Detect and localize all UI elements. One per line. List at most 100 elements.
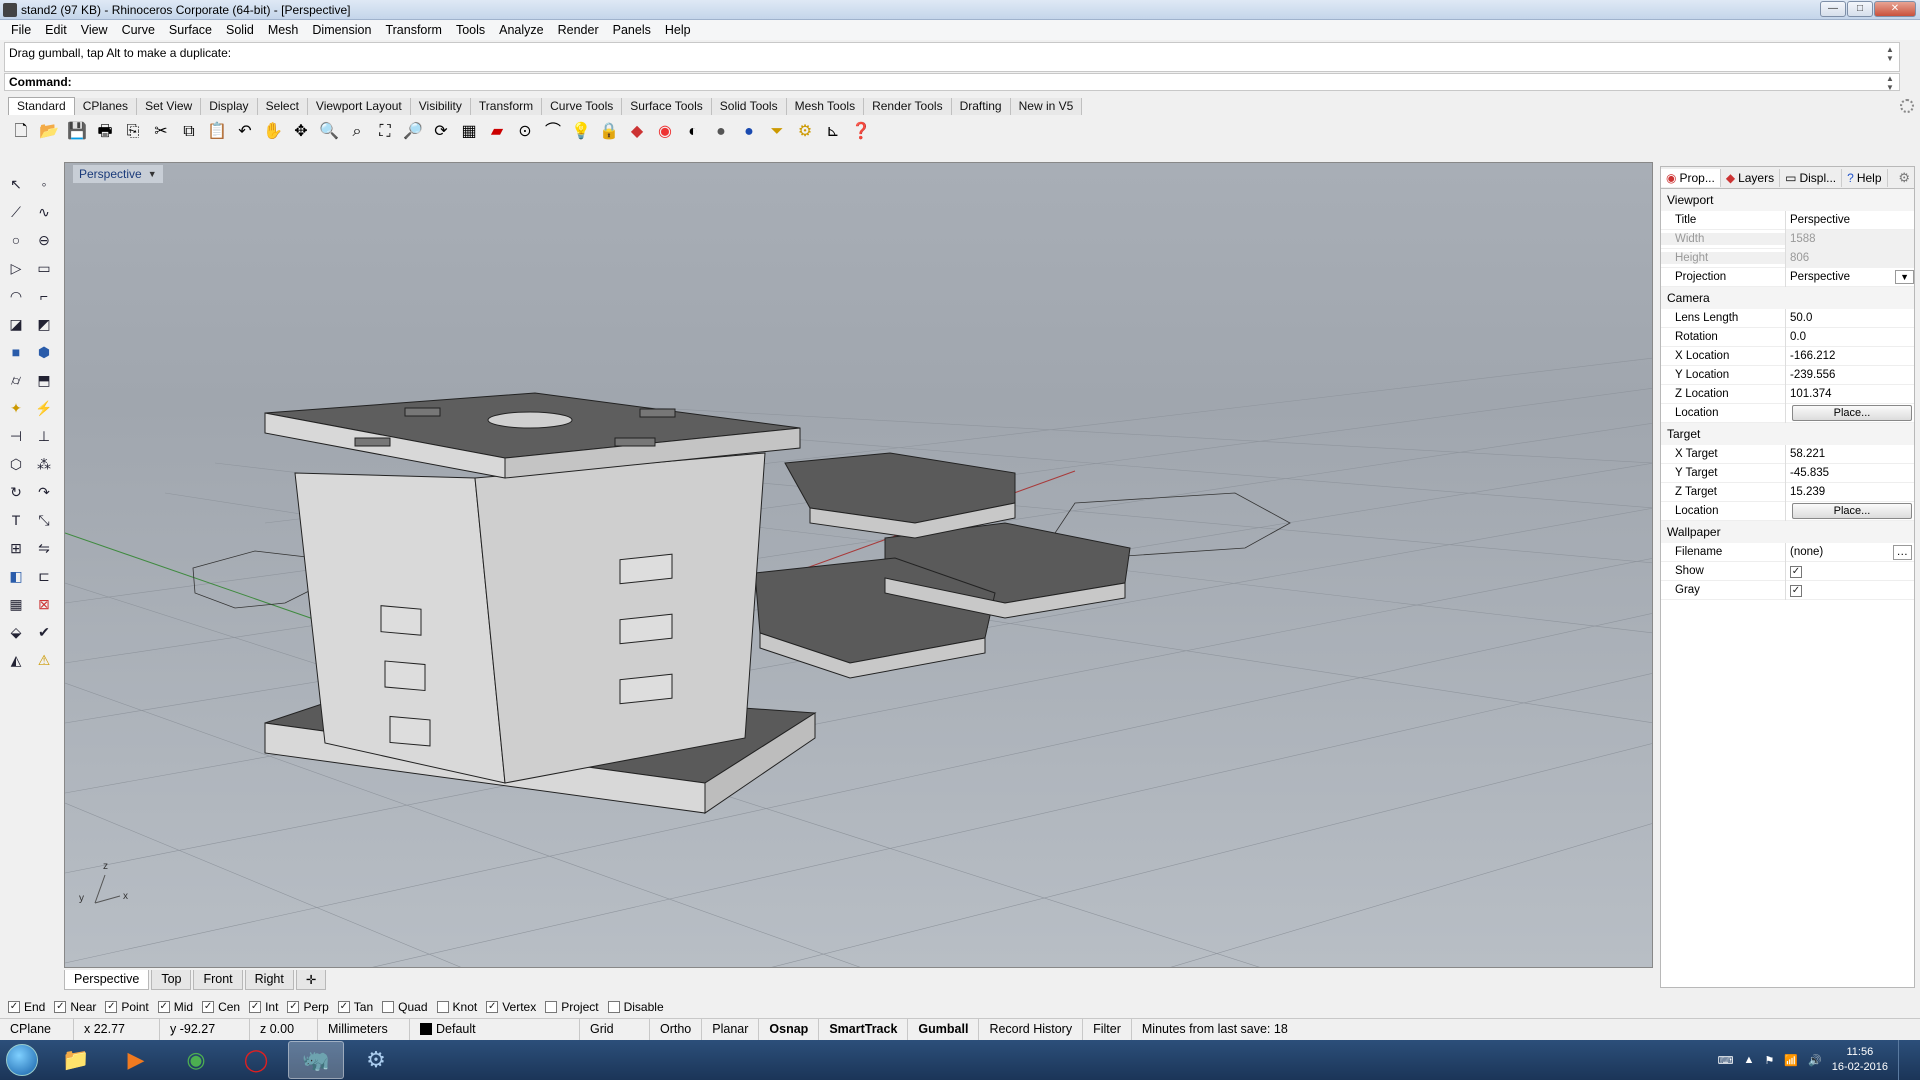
render-sphere-icon[interactable]: ● [708, 119, 734, 145]
color-wheel-icon[interactable]: ◉ [652, 119, 678, 145]
command-line[interactable]: Command: ▲ ▼ [4, 73, 1900, 92]
layer-icon[interactable]: ◆ [624, 119, 650, 145]
show-desktop-button[interactable] [1898, 1040, 1910, 1080]
ellipse-icon[interactable]: ⊖ [32, 228, 56, 252]
analyze-icon[interactable]: ⊠ [32, 592, 56, 616]
osnap-point[interactable]: ✓ Point [105, 1000, 149, 1014]
status-record-history[interactable]: Record History [979, 1018, 1084, 1040]
vptab-front[interactable]: Front [193, 970, 243, 990]
osnap-checkbox[interactable] [607, 1001, 620, 1013]
grid-array-icon[interactable]: ▦ [4, 592, 28, 616]
arc-icon[interactable]: ◠ [4, 284, 28, 308]
polyline-icon[interactable]: ⟋ [4, 200, 28, 224]
media-player-taskbar-icon[interactable]: ▶ [108, 1041, 164, 1079]
print-icon[interactable]: 🖶 [92, 119, 118, 145]
light-icon[interactable]: 💡 [568, 119, 594, 145]
browse-button[interactable]: … [1892, 544, 1912, 560]
close-button[interactable]: ✕ [1874, 1, 1916, 17]
scale-tool-icon[interactable]: ⤡ [32, 508, 56, 532]
menu-solid[interactable]: Solid [219, 23, 261, 37]
y-target-field[interactable]: -45.835 [1785, 463, 1914, 483]
lens-length-field[interactable]: 50.0 [1785, 308, 1914, 328]
osnap-end[interactable]: ✓ End [8, 1000, 45, 1014]
tab-set-view[interactable]: Set View [137, 98, 202, 115]
projection-select[interactable]: Perspective ▼ [1785, 267, 1914, 287]
tab-visibility[interactable]: Visibility [410, 98, 471, 115]
osnap-mid[interactable]: ✓ Mid [157, 1000, 193, 1014]
undo-icon[interactable]: ↶ [232, 119, 258, 145]
mirror-icon[interactable]: ⇋ [32, 536, 56, 560]
status-osnap[interactable]: Osnap [759, 1018, 820, 1040]
osnap-quad[interactable]: Quad [382, 1000, 428, 1014]
cut-icon[interactable]: ✂ [148, 119, 174, 145]
tab-transform[interactable]: Transform [470, 98, 543, 115]
lock-icon[interactable]: 🔒 [596, 119, 622, 145]
tab-mesh-tools[interactable]: Mesh Tools [786, 98, 865, 115]
rotate-icon[interactable]: ✥ [288, 119, 314, 145]
circle-icon[interactable]: ○ [4, 228, 28, 252]
grid-icon[interactable]: ▦ [456, 119, 482, 145]
keyboard-icon[interactable]: ⌨ [1718, 1054, 1734, 1067]
status-units[interactable]: Millimeters [318, 1018, 410, 1040]
vptab-perspective[interactable]: Perspective [64, 970, 150, 990]
shade-icon[interactable]: ◐ [680, 119, 706, 145]
tools-taskbar-icon[interactable]: ⚙ [348, 1041, 404, 1079]
surface-corner-icon[interactable]: ◪ [4, 312, 28, 336]
vptab-top[interactable]: Top [151, 970, 192, 990]
block-icon[interactable]: ◧ [4, 564, 28, 588]
menu-help[interactable]: Help [658, 23, 698, 37]
panel-tab-help[interactable]: ? Help [1842, 168, 1888, 187]
osnap-checkbox[interactable] [382, 1001, 395, 1013]
status-ortho[interactable]: Ortho [650, 1018, 703, 1040]
boolean-icon[interactable]: ⬢ [32, 340, 56, 364]
y-location-field[interactable]: -239.556 [1785, 365, 1914, 385]
cylinder-icon[interactable]: ⌭ [4, 368, 28, 392]
menu-analyze[interactable]: Analyze [492, 23, 550, 37]
viewport-title-tab[interactable]: Perspective ▼ [73, 165, 163, 183]
split-icon[interactable]: ⊣ [4, 424, 28, 448]
rotate-tool-icon[interactable]: ↻ [4, 480, 28, 504]
rectangle-icon[interactable]: ▭ [32, 256, 56, 280]
zoom-window-icon[interactable]: ⌕ [344, 119, 370, 145]
open-icon[interactable]: 📂 [36, 119, 62, 145]
x-location-field[interactable]: -166.212 [1785, 346, 1914, 366]
maximize-button[interactable]: □ [1847, 1, 1873, 17]
osnap-checkbox[interactable]: ✓ [202, 1001, 215, 1013]
osnap-vertex[interactable]: ✓ Vertex [486, 1000, 536, 1014]
menu-panels[interactable]: Panels [606, 23, 658, 37]
status-layer[interactable]: Default [410, 1018, 580, 1040]
volume-icon[interactable]: 🔊 [1808, 1054, 1822, 1067]
z-target-field[interactable]: 15.239 [1785, 482, 1914, 502]
gray-checkbox[interactable]: ✓ [1790, 584, 1802, 597]
panel-gear-icon[interactable]: ⚙ [1898, 170, 1910, 186]
tab-render-tools[interactable]: Render Tools [864, 98, 952, 115]
osnap-checkbox[interactable]: ✓ [249, 1001, 262, 1013]
pan-icon[interactable]: ✋ [260, 119, 286, 145]
dimension-icon[interactable]: ⊾ [820, 119, 846, 145]
point-icon[interactable]: ⊙ [512, 119, 538, 145]
move-tool-icon[interactable]: ↷ [32, 480, 56, 504]
perspective-viewport[interactable]: Perspective ▼ z y x [64, 162, 1653, 968]
help-icon[interactable]: ❓ [848, 119, 874, 145]
dimension-linear-icon[interactable]: ⊏ [32, 564, 56, 588]
text-tool-icon[interactable]: T [4, 508, 28, 532]
osnap-near[interactable]: ✓ Near [54, 1000, 96, 1014]
camera-place-button[interactable]: Place... [1792, 404, 1912, 421]
target-place-button[interactable]: Place... [1792, 502, 1912, 519]
tab-drafting[interactable]: Drafting [951, 98, 1011, 115]
rotate-view-icon[interactable]: ⟳ [428, 119, 454, 145]
tab-solid-tools[interactable]: Solid Tools [711, 98, 787, 115]
new-icon[interactable]: 🗋 [8, 119, 34, 145]
menu-view[interactable]: View [74, 23, 115, 37]
status-planar[interactable]: Planar [702, 1018, 760, 1040]
tab-surface-tools[interactable]: Surface Tools [622, 98, 712, 115]
filename-field[interactable]: (none) [1790, 543, 1823, 562]
chrome-taskbar-icon[interactable]: ◉ [168, 1041, 224, 1079]
osnap-checkbox[interactable]: ✓ [105, 1001, 118, 1013]
osnap-checkbox[interactable] [545, 1001, 558, 1013]
network-icon[interactable]: 📶 [1784, 1054, 1798, 1067]
command-scroll-icon[interactable]: ▲ ▼ [1883, 74, 1897, 92]
viewport-menu-chevron-icon[interactable]: ▼ [148, 169, 157, 179]
menu-surface[interactable]: Surface [162, 23, 219, 37]
zoom-extents-icon[interactable]: ⛶ [372, 119, 398, 145]
